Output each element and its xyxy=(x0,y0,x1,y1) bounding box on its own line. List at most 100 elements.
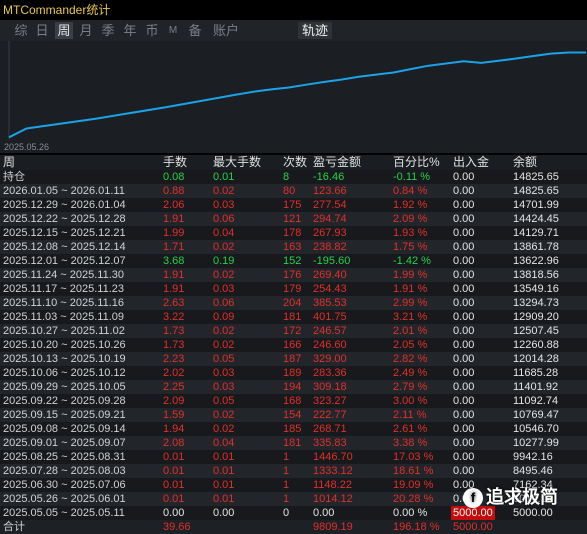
cell-pnl: 1446.70 xyxy=(313,451,353,463)
table-row[interactable]: 2025.11.24 ~ 2025.11.30 1.91 0.02 176 269.40… xyxy=(0,268,587,282)
cell-balance: 11401.92 xyxy=(513,381,559,393)
tab-4[interactable]: 月 xyxy=(77,22,95,39)
table-row[interactable]: 2025.12.08 ~ 2025.12.14 1.71 0.02 163 238.82… xyxy=(0,240,587,254)
cell-period: 2025.12.01 ~ 2025.12.07 xyxy=(3,255,126,267)
cell-flow: 0.00 xyxy=(453,437,475,449)
cell-max-lots: 0.09 xyxy=(213,311,235,323)
cell-period: 2025.12.15 ~ 2025.12.21 xyxy=(3,227,126,239)
cell-period: 2025.06.30 ~ 2025.07.06 xyxy=(3,479,126,491)
cell-flow: 0.00 xyxy=(453,451,475,463)
cell-lots: 2.06 xyxy=(163,199,185,211)
cell-balance: 13818.56 xyxy=(513,269,559,281)
cell-flow: 0.00 xyxy=(453,423,475,435)
table-row[interactable]: 2025.11.03 ~ 2025.11.09 3.22 0.09 181 401.75… xyxy=(0,310,587,324)
cell-pnl: 294.74 xyxy=(313,213,347,225)
cell-pct: 18.61 % xyxy=(393,465,434,477)
cell-count: 1 xyxy=(283,451,290,463)
tab-5[interactable]: 季 xyxy=(99,22,117,39)
tab-7[interactable]: 币 xyxy=(143,22,161,39)
cell-pct: 3.38 % xyxy=(393,437,428,449)
column-header[interactable]: 百分比% xyxy=(393,155,440,170)
tab-9[interactable]: 备 xyxy=(186,22,204,39)
table-row[interactable]: 2025.10.06 ~ 2025.10.12 2.02 0.03 189 283.36… xyxy=(0,366,587,380)
cell-pnl: 269.40 xyxy=(313,269,347,281)
cell-pnl: 1148.22 xyxy=(313,479,352,491)
cell-pnl: 401.75 xyxy=(313,311,347,323)
column-header[interactable]: 周 xyxy=(3,155,15,170)
table-row[interactable]: 2025.09.01 ~ 2025.09.07 2.08 0.04 181 335.83… xyxy=(0,436,587,450)
table-row[interactable]: 2025.12.15 ~ 2025.12.21 1.99 0.04 178 267.93… xyxy=(0,226,587,240)
cell-count: 1 xyxy=(283,493,290,505)
total-row[interactable]: 合计 39.66 9809.19 196.18 % 5000.00 xyxy=(0,520,587,534)
cell-pnl: 277.54 xyxy=(313,199,347,211)
column-header[interactable]: 手数 xyxy=(163,155,187,170)
tab-1[interactable]: 综 xyxy=(12,22,30,39)
cell-pnl: 123.66 xyxy=(313,185,347,197)
tab-2[interactable]: 日 xyxy=(33,22,51,39)
table-row[interactable]: 2026.01.05 ~ 2026.01.11 0.88 0.02 80 123.66 0… xyxy=(0,184,587,198)
table-row[interactable]: 2025.09.08 ~ 2025.09.14 1.94 0.02 185 268.71… xyxy=(0,422,587,436)
cell-max-lots: 0.02 xyxy=(213,325,235,337)
cell-count: 172 xyxy=(283,325,302,337)
holding-row[interactable]: 持仓 0.08 0.01 8 -16.46 -0.11 % 0.00 14825.65 xyxy=(0,170,587,184)
table-row[interactable]: 2025.10.13 ~ 2025.10.19 2.23 0.05 187 329.00… xyxy=(0,352,587,366)
table-row[interactable]: 2025.09.22 ~ 2025.09.28 2.09 0.05 168 323.27… xyxy=(0,394,587,408)
cell-lots: 1.91 xyxy=(163,269,185,281)
tab-3[interactable]: 周 xyxy=(55,22,73,39)
period-tabs: 综日周月季年币 M 备账户 轨迹 xyxy=(0,20,587,41)
cell-max-lots: 0.02 xyxy=(213,185,235,197)
cell-lots: 2.09 xyxy=(163,395,185,407)
cell-lots: 39.66 xyxy=(163,521,191,533)
column-header[interactable]: 次数 xyxy=(283,155,307,170)
cell-flow: 0.00 xyxy=(453,311,475,323)
cell-flow: 0.00 xyxy=(453,283,475,295)
cell-pct: 17.03 % xyxy=(393,451,434,463)
cell-lots: 1.73 xyxy=(163,325,185,337)
cell-max-lots: 0.01 xyxy=(213,479,235,491)
weekly-stats-table: 周 手数 最大手数 次数 盈亏金额 百分比% 出入金 余额 持仓 0.08 0.01 8 -16.46 -… xyxy=(0,155,587,534)
column-header[interactable]: 最大手数 xyxy=(213,155,261,170)
cell-balance: 13622.96 xyxy=(513,255,559,267)
cell-max-lots: 0.02 xyxy=(213,409,235,421)
cell-pnl: 222.77 xyxy=(313,409,347,421)
cell-period: 2025.09.15 ~ 2025.09.21 xyxy=(3,409,126,421)
column-header[interactable]: 余额 xyxy=(513,155,537,170)
cell-pct: 2.05 % xyxy=(393,339,428,351)
cell-pnl: 309.18 xyxy=(313,381,347,393)
cell-count: 179 xyxy=(283,283,302,295)
cell-pct: 2.99 % xyxy=(393,297,428,309)
table-row[interactable]: 2025.10.27 ~ 2025.11.02 1.73 0.02 172 246.57… xyxy=(0,324,587,338)
cell-lots: 1.71 xyxy=(163,241,185,253)
tab-10[interactable]: 账户 xyxy=(211,22,241,39)
cell-max-lots: 0.06 xyxy=(213,297,235,309)
cell-max-lots: 0.02 xyxy=(213,423,235,435)
cell-max-lots: 0.03 xyxy=(213,283,235,295)
cell-pct: 0.00 % xyxy=(393,507,428,519)
table-row[interactable]: 2025.10.20 ~ 2025.10.26 1.73 0.02 166 246.60… xyxy=(0,338,587,352)
tab-8[interactable]: M xyxy=(166,22,180,39)
table-row[interactable]: 2025.12.01 ~ 2025.12.07 3.68 0.19 152 -195.6… xyxy=(0,254,587,268)
cell-flow: 0.00 xyxy=(453,367,475,379)
cell-pnl: 329.00 xyxy=(313,353,347,365)
table-row[interactable]: 2025.11.17 ~ 2025.11.23 1.91 0.03 179 254.43… xyxy=(0,282,587,296)
cell-pnl: 246.57 xyxy=(313,325,347,337)
table-row[interactable]: 2025.12.29 ~ 2026.01.04 2.06 0.03 175 277.54… xyxy=(0,198,587,212)
cell-balance: 13549.16 xyxy=(513,283,559,295)
table-row[interactable]: 2025.11.10 ~ 2025.11.16 2.63 0.06 204 385.53… xyxy=(0,296,587,310)
cell-count: 154 xyxy=(283,409,302,421)
tab-track[interactable]: 轨迹 xyxy=(298,22,333,39)
cell-pct: 2.82 % xyxy=(393,353,428,365)
table-row[interactable]: 2025.07.28 ~ 2025.08.03 0.01 0.01 1 1333.12 1… xyxy=(0,464,587,478)
table-row[interactable]: 2025.08.25 ~ 2025.08.31 0.01 0.01 1 1446.70 1… xyxy=(0,450,587,464)
column-header[interactable]: 出入金 xyxy=(453,155,489,170)
column-header[interactable]: 盈亏金额 xyxy=(313,155,361,170)
cell-balance: 14424.45 xyxy=(513,213,559,225)
table-row[interactable]: 2025.12.22 ~ 2025.12.28 1.91 0.06 121 294.74… xyxy=(0,212,587,226)
cell-max-lots: 0.01 xyxy=(213,465,235,477)
table-row[interactable]: 2025.09.29 ~ 2025.10.05 2.25 0.03 194 309.18… xyxy=(0,380,587,394)
cell-period: 合计 xyxy=(3,521,25,533)
equity-chart-svg xyxy=(8,41,586,139)
cell-pct: 2.09 % xyxy=(393,213,428,225)
table-row[interactable]: 2025.09.15 ~ 2025.09.21 1.59 0.02 154 222.77… xyxy=(0,408,587,422)
tab-6[interactable]: 年 xyxy=(121,22,139,39)
